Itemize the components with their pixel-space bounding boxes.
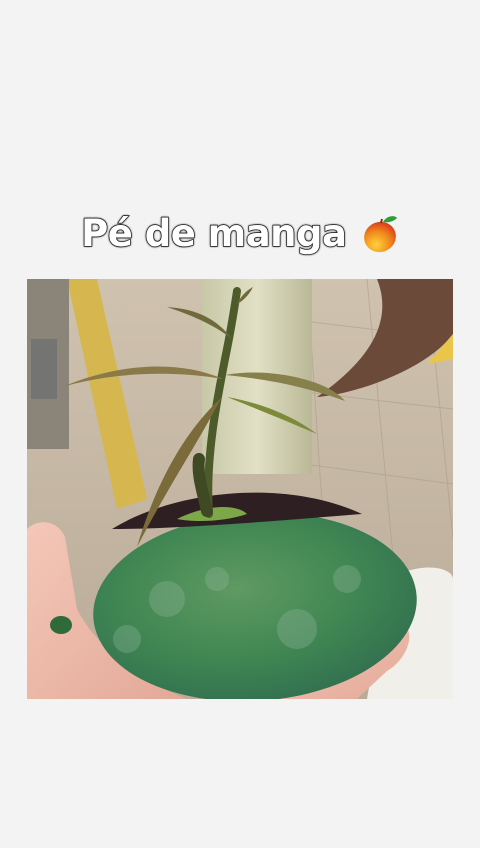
post-photo [27, 279, 453, 699]
caption-text: Pé de manga [80, 211, 347, 255]
mango-icon [361, 212, 399, 254]
post-caption: Pé de manga [0, 208, 480, 260]
mango-sprout-photo [27, 279, 453, 699]
